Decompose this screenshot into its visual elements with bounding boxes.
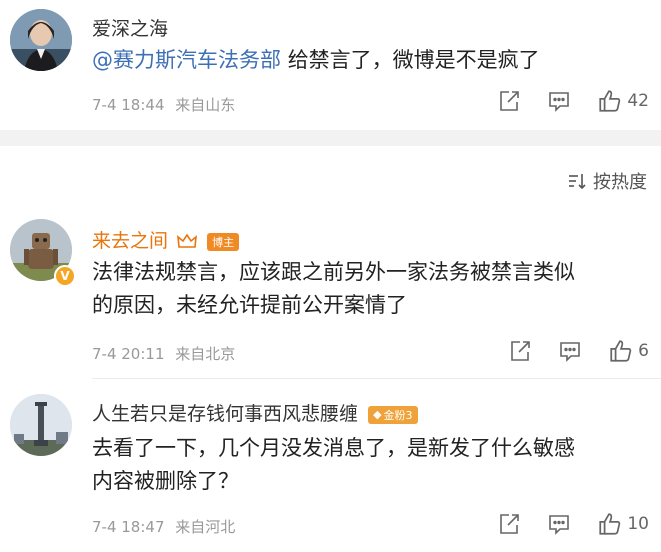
comment-location: 来自河北 <box>175 518 236 536</box>
like-count: 10 <box>627 514 649 534</box>
blogger-badge: 博主 <box>207 232 240 251</box>
section-divider <box>0 130 661 146</box>
mention-link[interactable]: @赛力斯汽车法务部 <box>92 48 281 72</box>
comment-author-name: 来去之间 <box>92 230 169 252</box>
post-content: @赛力斯汽车法务部 给禁言了，微博是不是疯了 <box>92 44 540 77</box>
fan-level-label: 金粉3 <box>383 408 413 422</box>
like-button[interactable]: 42 <box>597 88 649 114</box>
post-date: 7-4 18:44 <box>92 96 165 114</box>
comment-icon <box>549 515 570 535</box>
share-icon <box>500 514 520 534</box>
share-button[interactable] <box>508 339 532 363</box>
comment-author[interactable]: 来去之间 博主 <box>92 226 240 253</box>
comment-text-line: 去看了一下，几个月没发消息了，是新发了什么敏感 <box>92 436 575 460</box>
sort-by-hot-button[interactable]: 按热度 <box>567 168 647 194</box>
post-author[interactable]: 爱深之海 <box>92 14 168 41</box>
top-post: 爱深之海 @赛力斯汽车法务部 给禁言了，微博是不是疯了 7-4 18:44 来自… <box>0 0 661 130</box>
comment-divider <box>92 378 661 379</box>
reply-button[interactable] <box>547 512 571 536</box>
comment-avatar[interactable] <box>10 394 72 456</box>
post-location: 来自山东 <box>175 96 236 114</box>
comment-author-name: 人生若只是存钱何事西风悲腰缠 <box>92 403 359 425</box>
thumbs-up-icon <box>599 513 621 535</box>
like-button[interactable]: 10 <box>597 511 649 537</box>
like-button[interactable]: 6 <box>608 338 649 364</box>
avatar[interactable] <box>10 9 72 71</box>
post-actions: 42 <box>471 88 649 114</box>
share-icon <box>500 91 520 111</box>
fan-level-badge: ◆ 金粉3 <box>368 405 418 424</box>
thumbs-up-icon <box>610 340 632 362</box>
crown-icon <box>177 233 198 248</box>
comment-text-line: 法律法规禁言，应该跟之前另外一家法务被禁言类似 <box>92 260 575 284</box>
diamond-icon: ◆ <box>373 408 382 421</box>
comment-icon <box>549 92 570 112</box>
share-button[interactable] <box>497 89 521 113</box>
comment-actions: 10 <box>471 511 649 537</box>
comment-icon <box>560 342 580 362</box>
comment-button[interactable] <box>547 89 571 113</box>
verified-badge-icon: V <box>54 265 76 287</box>
post-meta: 7-4 18:44 来自山东 <box>92 94 235 115</box>
like-count: 42 <box>627 91 649 111</box>
thumbs-up-icon <box>599 90 621 112</box>
sort-icon <box>569 174 586 190</box>
comment-meta: 7-4 18:47 来自河北 <box>92 516 235 537</box>
comment-content: 法律法规禁言，应该跟之前另外一家法务被禁言类似 的原因，未经允许提前公开案情了 <box>92 256 575 322</box>
like-count: 6 <box>638 341 649 361</box>
comment-content: 去看了一下，几个月没发消息了，是新发了什么敏感 内容被删除了？ <box>92 432 575 498</box>
reply-button[interactable] <box>558 339 582 363</box>
comment-text-line: 的原因，未经允许提前公开案情了 <box>92 293 407 317</box>
post-text: 给禁言了，微博是不是疯了 <box>287 48 540 72</box>
comment-date: 7-4 18:47 <box>92 518 165 536</box>
sort-label: 按热度 <box>593 172 647 193</box>
share-icon <box>511 341 530 361</box>
sort-bar: 按热度 <box>0 162 661 202</box>
comment-meta: 7-4 20:11 来自北京 <box>92 343 235 364</box>
comment-text-line: 内容被删除了？ <box>92 469 239 493</box>
comment-date: 7-4 20:11 <box>92 345 165 363</box>
comment-location: 来自北京 <box>175 345 236 363</box>
share-button[interactable] <box>497 512 521 536</box>
comment-author[interactable]: 人生若只是存钱何事西风悲腰缠 ◆ 金粉3 <box>92 399 418 426</box>
comment-actions: 6 <box>482 338 649 364</box>
